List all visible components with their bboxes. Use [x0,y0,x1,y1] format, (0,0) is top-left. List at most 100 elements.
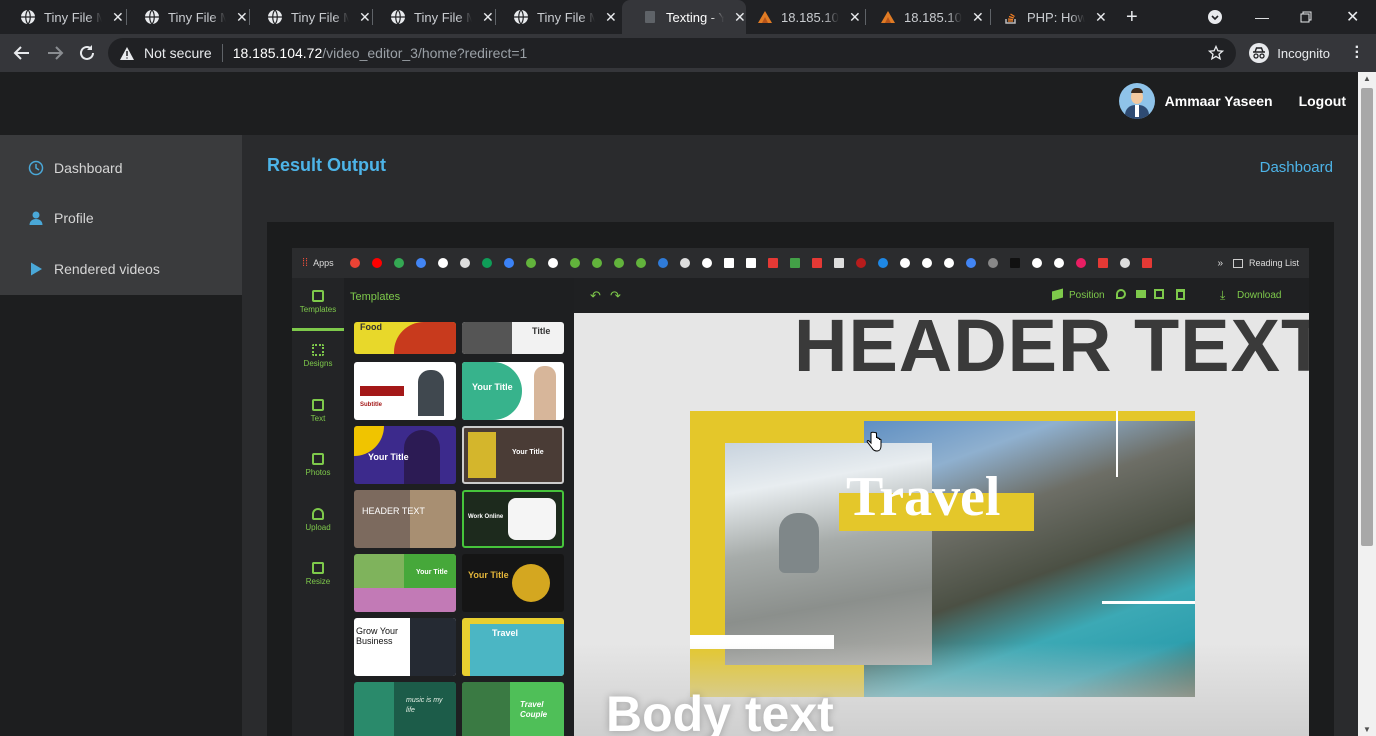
tab-title: Tiny File Manager [414,9,472,25]
more-bookmarks: » [1217,257,1223,269]
template-thumbnail: Travel Couple [462,682,564,736]
thumb-text: Travel [492,628,519,638]
stackoverflow-icon [1005,13,1016,24]
browser-tab[interactable]: Tiny File Manager ✕ [247,0,371,34]
bookmark-icon [965,258,976,268]
page-title: Result Output [267,155,386,175]
tab-close-icon[interactable]: ✕ [849,9,861,26]
tab-close-icon[interactable]: ✕ [359,9,371,26]
sidebar-item-dashboard[interactable]: Dashboard [28,156,123,180]
browser-tab[interactable]: Tiny File Manager ✕ [0,0,124,34]
bookmark-icon [547,258,558,268]
browser-tab[interactable]: PHP: How to ✕ [983,0,1107,34]
tool-text: Text [292,399,344,423]
result-video[interactable]: ⁞⁞ Apps » Reading List Templates Designs… [292,248,1309,736]
download-icon: ⤓ [1220,288,1226,302]
browser-tab-active[interactable]: Texting - YouTube ✕ [622,0,746,34]
browser-tab[interactable]: Tiny File Manager ✕ [124,0,248,34]
download-label: Download [1237,290,1282,301]
tab-close-icon[interactable]: ✕ [236,9,248,26]
close-window-icon[interactable]: ✕ [1346,0,1359,34]
bookmark-icon [1097,258,1108,268]
browser-tab[interactable]: Tiny File Manager ✕ [370,0,494,34]
thumb-text: Travel Couple [520,700,548,719]
bookmark-icon [613,258,624,268]
tab-close-icon[interactable]: ✕ [112,9,124,26]
bookmark-icon [1053,258,1064,268]
reload-icon[interactable] [78,44,96,62]
designs-icon [312,344,324,356]
back-arrow-icon[interactable] [13,44,31,62]
tool-label: Photos [305,468,331,477]
bookmark-icon [371,258,382,268]
redo-icon: ↷ [610,288,621,303]
video-player-frame[interactable]: ⁞⁞ Apps » Reading List Templates Designs… [267,222,1334,736]
restore-icon[interactable] [1300,0,1312,34]
bookmark-icon [723,258,734,268]
avatar[interactable] [1118,83,1155,119]
tab-close-icon[interactable]: ✕ [605,9,617,26]
bookmark-icon [1119,258,1130,268]
browser-toolbar: Not secure 18.185.104.72/video_editor_3/… [0,34,1376,72]
template-thumbnail: Your Title [354,426,456,484]
incognito-label: Incognito [1277,45,1330,61]
tab-title: 18.185.104.72 [781,9,839,25]
template-thumbnail: music is my life [354,682,456,736]
browser-tab-strip: Tiny File Manager ✕ Tiny File Manager ✕ … [0,0,1376,34]
tab-title: Tiny File Manager [168,9,226,25]
tab-close-icon[interactable]: ✕ [972,9,984,26]
tool-templates: Templates [292,290,344,331]
sidebar-item-profile[interactable]: Profile [28,206,94,230]
user-name[interactable]: Ammaar Yaseen [1165,93,1273,109]
editor-tool-column: Templates Designs Text Photos Upload Res… [292,278,344,736]
forward-arrow-icon[interactable] [46,44,64,62]
browser-tab[interactable]: Tiny File Manager ✕ [493,0,617,34]
browser-tab[interactable]: 18.185.104.72 ✕ [860,0,984,34]
lock-icon [1136,290,1146,298]
tool-label: Text [310,414,326,423]
scroll-down-icon[interactable]: ▼ [1363,725,1371,734]
address-bar[interactable]: Not secure 18.185.104.72/video_editor_3/… [108,38,1236,68]
position-label: Position [1069,290,1105,301]
tab-close-icon[interactable]: ✕ [1095,9,1107,26]
tool-label: Upload [305,523,331,532]
browser-menu-icon[interactable]: · · · [1355,40,1360,66]
bookmark-icon [1141,258,1152,268]
minimize-icon[interactable]: — [1255,0,1269,34]
globe-icon [514,9,528,25]
incognito-indicator[interactable]: Incognito [1248,38,1330,68]
template-thumbnail: Your Title [462,362,564,420]
tab-search-icon[interactable] [1207,0,1223,34]
page-scrollbar[interactable]: ▲ ▼ [1358,72,1376,736]
bookmark-icon [701,258,712,268]
web-page: Ammaar Yaseen Logout Dashboard Profile R… [0,72,1358,736]
bookmark-icon [481,258,492,268]
canvas-travel-text: Travel [846,466,1001,528]
globe-icon [268,9,282,25]
video-bookmarks-bar: ⁞⁞ Apps » Reading List [292,248,1309,278]
new-tab-button[interactable]: + [1126,0,1138,34]
bookmark-icon [855,258,866,268]
bookmark-icon [459,258,470,268]
templates-panel-title: Templates [350,291,401,303]
logout-link[interactable]: Logout [1299,93,1346,109]
bookmark-icon [569,258,580,268]
browser-tab[interactable]: 18.185.104.72 ✕ [737,0,861,34]
dashboard-breadcrumb-link[interactable]: Dashboard [1260,159,1333,176]
template-thumbnail: Food [354,322,456,354]
sidebar-item-rendered-videos[interactable]: Rendered videos [28,257,160,281]
tab-title: 18.185.104.72 [904,9,962,25]
tool-label: Resize [305,577,331,586]
matlab-icon [758,11,772,23]
tool-designs: Designs [292,344,344,368]
reading-list-label: Reading List [1248,258,1299,268]
template-thumbnail: Your Title [462,426,564,484]
bookmark-icon [657,258,668,268]
scroll-up-icon[interactable]: ▲ [1363,74,1371,83]
bookmark-star-icon[interactable] [1208,45,1224,61]
thumb-text: HEADER TEXT [362,506,425,516]
bookmark-icon [877,258,888,268]
tab-close-icon[interactable]: ✕ [482,9,494,26]
template-thumbnail: Subtitle [354,362,456,420]
scrollbar-thumb[interactable] [1361,88,1373,546]
